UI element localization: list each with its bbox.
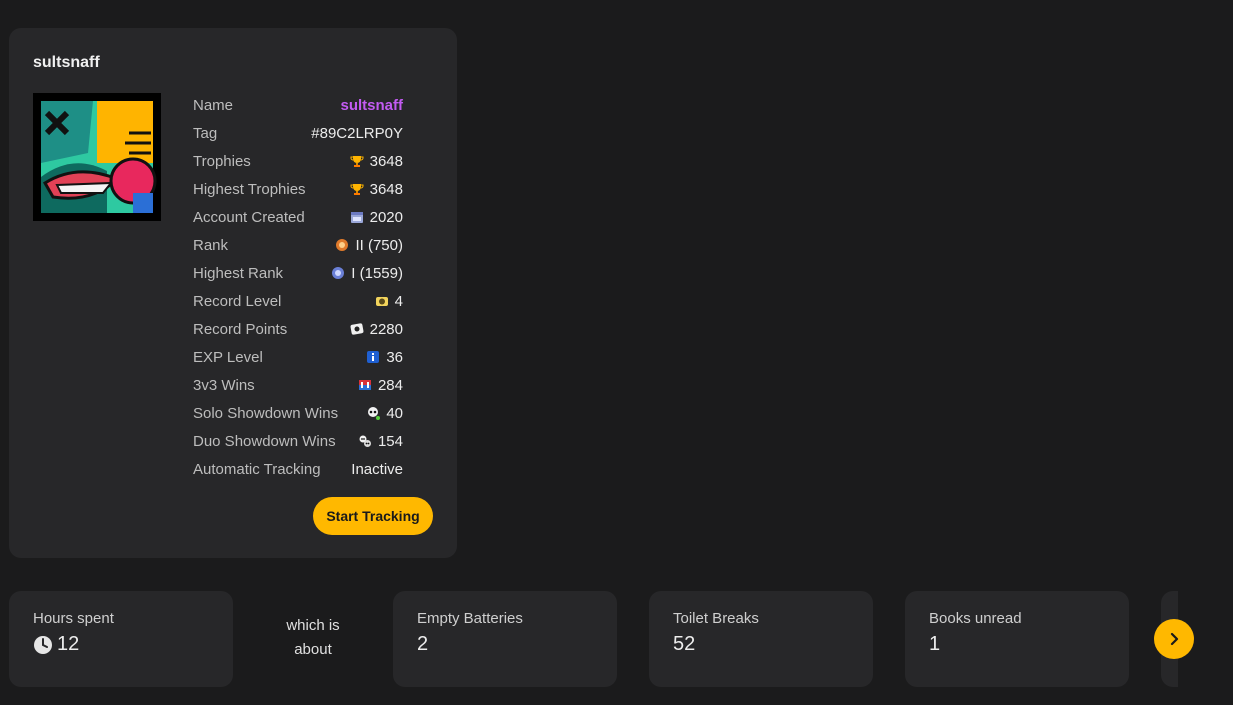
stat-value: 36 (386, 348, 403, 366)
card-value: 1 (929, 633, 941, 655)
stat-label: Name (193, 96, 234, 114)
highest-rank-badge-icon (332, 267, 345, 279)
stat-value: #89C2LRP0Y (311, 124, 403, 142)
stat-value: II (750) (355, 236, 403, 254)
stats-table: Name sultsnaff Tag #89C2LRP0Y Trophies 3… (193, 91, 403, 483)
skull-icon (368, 407, 381, 420)
stat-label: Highest Trophies (193, 180, 306, 198)
stat-row-exp-level: EXP Level 36 (193, 343, 403, 371)
trophy-icon (350, 184, 364, 195)
3v3-icon (358, 380, 371, 390)
stat-row-automatic-tracking: Automatic Tracking Inactive (193, 455, 403, 483)
calendar-icon (350, 212, 363, 223)
player-avatar (33, 93, 161, 221)
stat-label: Account Created (193, 208, 305, 226)
stat-label: Duo Showdown Wins (193, 432, 336, 450)
trophy-icon (350, 156, 364, 167)
start-tracking-button[interactable]: Start Tracking (313, 497, 433, 535)
which-is-text: which is about (258, 614, 368, 662)
stat-row-solo-showdown-wins: Solo Showdown Wins 40 (193, 399, 403, 427)
stat-label: Trophies (193, 152, 251, 170)
empty-batteries-card: Empty Batteries 2 (393, 591, 617, 687)
stat-row-record-points: Record Points 2280 (193, 315, 403, 343)
info-icon (367, 351, 380, 363)
stat-row-highest-rank: Highest Rank I (1559) (193, 259, 403, 287)
stat-label: Highest Rank (193, 264, 284, 282)
stat-row-account-created: Account Created 2020 (193, 203, 403, 231)
rank-badge-icon (336, 239, 349, 251)
card-title: Books unread (929, 610, 1022, 627)
which-is-label: which is (286, 617, 340, 634)
stat-label: EXP Level (193, 348, 263, 366)
stat-label: Rank (193, 236, 229, 254)
card-title: Toilet Breaks (673, 610, 759, 627)
hours-spent-card: Hours spent 12 (9, 591, 233, 687)
avatar-image (33, 93, 161, 221)
stat-row-highest-trophies: Highest Trophies 3648 (193, 175, 403, 203)
stat-value: sultsnaff (340, 96, 403, 114)
stat-label: Solo Showdown Wins (193, 404, 339, 422)
stat-label: Record Level (193, 292, 282, 310)
next-arrow-button[interactable] (1154, 619, 1194, 659)
stat-value: 284 (377, 376, 403, 394)
stat-row-name: Name sultsnaff (193, 91, 403, 119)
stat-row-trophies: Trophies 3648 (193, 147, 403, 175)
stat-label: Automatic Tracking (193, 460, 321, 478)
clock-icon (34, 635, 52, 654)
stat-row-rank: Rank II (750) (193, 231, 403, 259)
stat-value: 3648 (369, 180, 403, 198)
hours-spent-value: 12 (57, 633, 80, 655)
stat-label: 3v3 Wins (193, 376, 255, 394)
duo-skull-icon (359, 435, 371, 447)
stat-value: Inactive (351, 460, 403, 478)
stat-row-3v3-wins: 3v3 Wins 284 (193, 371, 403, 399)
stat-row-tag: Tag #89C2LRP0Y (193, 119, 403, 147)
stat-value: 40 (386, 404, 403, 422)
stat-value: 3648 (369, 152, 403, 170)
stat-row-record-level: Record Level 4 (193, 287, 403, 315)
stat-value: I (1559) (351, 264, 403, 282)
stat-label: Tag (193, 124, 218, 142)
about-label: about (294, 641, 332, 658)
stat-label: Record Points (193, 320, 288, 338)
stat-value: 4 (394, 292, 403, 310)
chevron-right-icon (1170, 632, 1179, 646)
stat-value: 2020 (369, 208, 403, 226)
card-title: Empty Batteries (417, 610, 523, 627)
profile-card: sultsnaff Name sultsnaff Tag #89C2LRP0Y … (9, 28, 457, 558)
card-value: 2 (417, 633, 429, 655)
stat-value: 154 (377, 432, 403, 450)
stat-row-duo-showdown-wins: Duo Showdown Wins 154 (193, 427, 403, 455)
stat-value: 2280 (369, 320, 403, 338)
profile-username: sultsnaff (33, 54, 100, 71)
record-points-icon (350, 323, 364, 335)
hours-spent-title: Hours spent (33, 610, 114, 627)
books-unread-card: Books unread 1 (905, 591, 1129, 687)
card-value: 52 (673, 633, 696, 655)
toilet-breaks-card: Toilet Breaks 52 (649, 591, 873, 687)
record-level-icon (375, 297, 388, 306)
